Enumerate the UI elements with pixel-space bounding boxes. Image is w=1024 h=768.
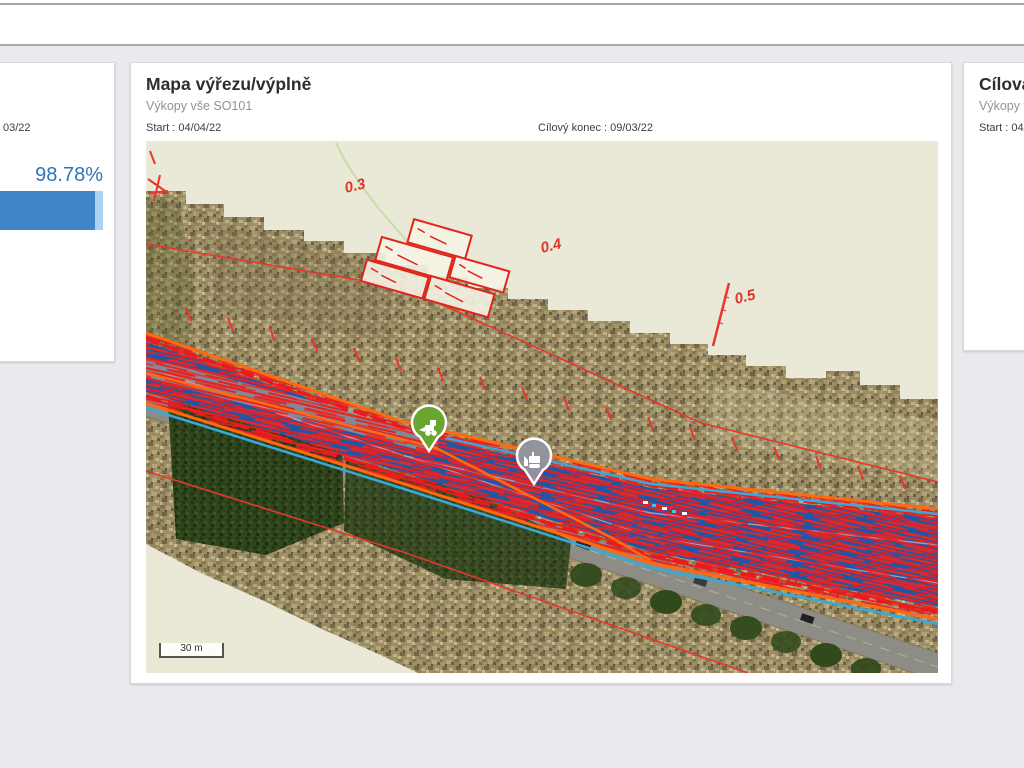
- progress-bar-track: [0, 191, 103, 230]
- map-card-title: Mapa výřezu/výplně: [146, 74, 311, 95]
- progress-card: 03/22 98.78%: [0, 62, 115, 362]
- progress-bar-fill: [0, 191, 95, 230]
- target-card-title: Cílová: [979, 74, 1024, 95]
- top-toolbar: [0, 0, 1024, 46]
- target-card-subtitle: Výkopy v: [979, 99, 1024, 113]
- map-card: Mapa výřezu/výplně Výkopy vše SO101 Star…: [130, 62, 952, 684]
- target-card: Cílová Výkopy v Start : 04/0: [963, 62, 1024, 351]
- map-svg: 0.3 0.4 0.5: [146, 141, 938, 673]
- map-card-subtitle: Výkopy vše SO101: [146, 99, 252, 113]
- map-scale-control: 30 m: [159, 643, 224, 658]
- map-canvas[interactable]: 0.3 0.4 0.5: [146, 141, 938, 673]
- progress-percent-value: 98.78%: [35, 164, 103, 187]
- target-date-clipped: 03/22: [3, 122, 31, 134]
- top-toolbar-rule: [0, 3, 1024, 5]
- start-date-label: Start : 04/04/22: [146, 122, 221, 134]
- target-card-start-label: Start : 04/0: [979, 122, 1024, 134]
- target-date-label: Cílový konec : 09/03/22: [538, 122, 653, 134]
